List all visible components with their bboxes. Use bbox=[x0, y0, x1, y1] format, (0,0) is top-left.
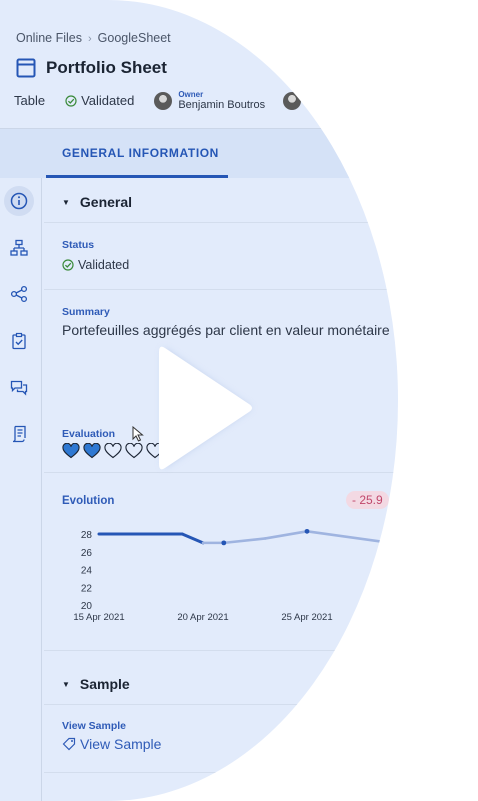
y-tick-label: 26 bbox=[81, 548, 93, 559]
y-tick-label: 20 bbox=[81, 601, 93, 612]
chat-bubbles-icon[interactable] bbox=[8, 377, 30, 399]
y-tick-label: 28 bbox=[81, 530, 93, 541]
heart-outline-icon[interactable] bbox=[125, 443, 143, 459]
app-frame: Online Files › GoogleSheet Portfolio Sheet… bbox=[0, 0, 478, 801]
caret-down-icon: ▼ bbox=[62, 197, 70, 207]
series-line-segment bbox=[305, 530, 392, 545]
status-badge: Validated bbox=[65, 93, 134, 108]
section-general-header[interactable]: ▼ General bbox=[62, 194, 132, 210]
tag-icon bbox=[62, 737, 76, 751]
x-tick-label: 25 Apr 2021 bbox=[281, 612, 332, 623]
section-sample-header[interactable]: ▼ Sample bbox=[62, 676, 130, 692]
mouse-cursor-icon bbox=[132, 426, 144, 442]
share-nodes-icon[interactable] bbox=[8, 283, 30, 305]
divider bbox=[44, 704, 398, 705]
table-icon bbox=[16, 58, 36, 78]
steward-label: Ste bbox=[307, 90, 320, 99]
evaluation-label: Evaluation bbox=[62, 428, 116, 440]
divider bbox=[44, 222, 398, 223]
summary-value: Portefeuilles aggrégés par client en val… bbox=[62, 322, 390, 338]
clipboard-check-icon[interactable] bbox=[8, 330, 30, 352]
owner[interactable]: Owner Benjamin Boutros bbox=[154, 90, 265, 111]
tab-bar: GENERAL INFORMATION bbox=[0, 129, 398, 178]
steward[interactable]: Ste Tarik bbox=[283, 90, 330, 111]
page-title: Portfolio Sheet bbox=[46, 58, 167, 77]
play-icon[interactable] bbox=[151, 340, 261, 476]
view-sample-link-text[interactable]: View Sample bbox=[80, 736, 161, 752]
data-point[interactable] bbox=[304, 528, 310, 534]
info-icon[interactable] bbox=[8, 190, 30, 212]
steward-name: Tarik bbox=[307, 99, 331, 111]
y-tick-label: 22 bbox=[81, 583, 93, 594]
series-line-segment bbox=[222, 537, 267, 545]
heart-filled-icon[interactable] bbox=[62, 443, 80, 459]
divider bbox=[44, 650, 398, 651]
breadcrumb-root[interactable]: Online Files bbox=[16, 31, 82, 45]
owner-name: Benjamin Boutros bbox=[178, 99, 266, 111]
evolution-label: Evolution bbox=[62, 495, 115, 507]
status-value-text: Validated bbox=[78, 258, 130, 272]
status-value: Validated bbox=[62, 258, 129, 272]
data-point[interactable] bbox=[221, 540, 227, 546]
breadcrumb-current[interactable]: GoogleSheet bbox=[98, 31, 171, 45]
owner-label: Owner bbox=[178, 90, 204, 99]
series-line-segment bbox=[264, 530, 309, 540]
check-circle-icon bbox=[65, 94, 77, 107]
tab-general-information[interactable]: GENERAL INFORMATION bbox=[62, 146, 219, 160]
status-label: Status bbox=[62, 239, 95, 251]
type-label: Table bbox=[14, 93, 46, 108]
section-sample-title: Sample bbox=[79, 676, 130, 692]
hierarchy-icon[interactable] bbox=[8, 237, 30, 259]
summary-label: Summary bbox=[62, 306, 110, 318]
check-circle-icon bbox=[62, 259, 74, 271]
chevron-right-icon: › bbox=[88, 33, 92, 45]
caret-down-icon: ▼ bbox=[62, 679, 70, 689]
divider bbox=[44, 289, 398, 290]
sidebar bbox=[0, 178, 42, 801]
breadcrumb: Online Files › GoogleSheet bbox=[16, 31, 171, 45]
heart-filled-icon[interactable] bbox=[83, 443, 101, 459]
x-tick-label: 20 Apr 2021 bbox=[177, 612, 228, 623]
content-panel: ▼ General Status Validated Summary Porte… bbox=[44, 178, 398, 801]
view-sample-label: View Sample bbox=[62, 720, 127, 732]
view-sample-link[interactable]: View Sample bbox=[62, 736, 161, 752]
divider bbox=[44, 772, 398, 773]
status-text: Validated bbox=[81, 93, 135, 108]
x-tick-label: 15 Apr 2021 bbox=[73, 612, 124, 623]
y-tick-label: 24 bbox=[81, 566, 93, 577]
section-general-title: General bbox=[79, 194, 133, 210]
evaluation-rating[interactable] bbox=[62, 443, 164, 459]
evolution-change-badge: - 25.9 bbox=[346, 491, 389, 509]
avatar bbox=[154, 91, 173, 110]
evolution-chart: 28 26 24 22 2015 Apr 2021 20 Apr 2021 25 Apr 2… bbox=[73, 528, 392, 623]
series-line-segment bbox=[180, 532, 205, 545]
meta-bar: Table Validated Owner Benjamin Boutros S… bbox=[14, 90, 348, 111]
heart-outline-icon[interactable] bbox=[104, 443, 122, 459]
title-row: Portfolio Sheet bbox=[16, 58, 167, 78]
avatar bbox=[283, 91, 302, 110]
scroll-document-icon[interactable] bbox=[8, 423, 30, 445]
